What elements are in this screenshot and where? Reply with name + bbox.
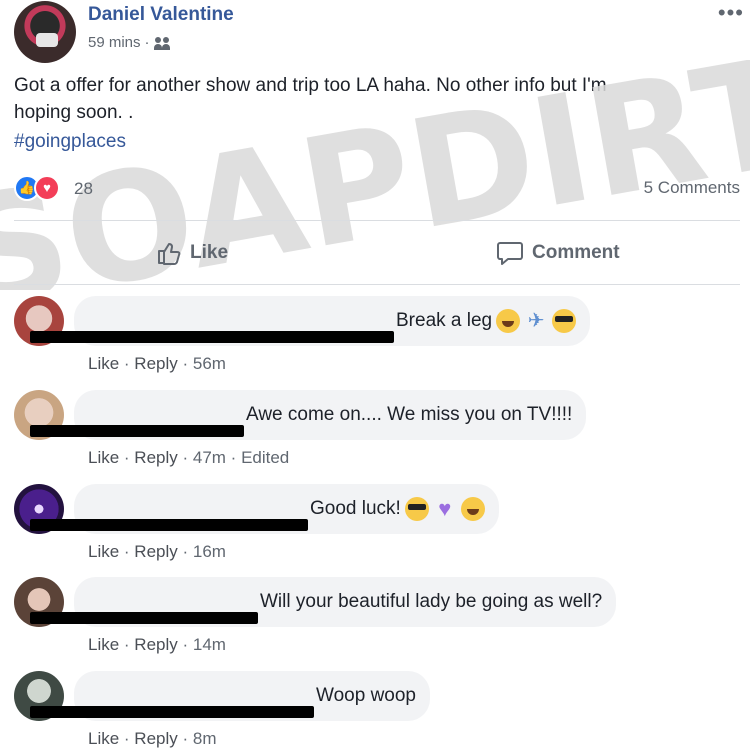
hashtag-link[interactable]: #goingplaces bbox=[14, 131, 126, 153]
comment: Awe come on.... We miss you on TV!!!! Li… bbox=[14, 390, 744, 470]
like-label: Like bbox=[190, 242, 229, 263]
comments-count[interactable]: 5 Comments bbox=[644, 178, 740, 198]
author-name[interactable]: Daniel Valentine bbox=[88, 4, 234, 26]
comment-reply-link[interactable]: Reply bbox=[134, 354, 177, 373]
comment: Will your beautiful lady be going as wel… bbox=[14, 577, 744, 657]
comment-text: Good luck! bbox=[310, 498, 401, 519]
post-text: Got a offer for another show and trip to… bbox=[14, 72, 714, 126]
comment-time[interactable]: 8m bbox=[193, 729, 217, 748]
more-options-icon[interactable]: ••• bbox=[718, 0, 744, 26]
comment-button[interactable]: Comment bbox=[496, 238, 620, 268]
comment: Woop woop Like · Reply · 8m bbox=[14, 671, 744, 750]
comment-actions: Like · Reply · 47m · Edited bbox=[88, 448, 290, 467]
like-button[interactable]: Like bbox=[156, 238, 228, 268]
post-text-line-1: Got a offer for another show and trip to… bbox=[14, 75, 607, 96]
comment-text: Woop woop bbox=[316, 685, 416, 706]
comment-bubble: Break a leg ✈ bbox=[30, 296, 591, 346]
comment-text: Awe come on.... We miss you on TV!!!! bbox=[246, 404, 573, 425]
comment-reply-link[interactable]: Reply bbox=[134, 448, 177, 467]
author-avatar[interactable] bbox=[14, 1, 76, 63]
comment: Good luck! ♥ Like · Reply · 16m bbox=[14, 484, 744, 564]
purple-heart-emoji-icon: ♥ bbox=[438, 496, 452, 521]
comment-actions: Like · Reply · 16m bbox=[88, 542, 226, 561]
comment-bubble: Good luck! ♥ bbox=[30, 484, 499, 534]
grin-emoji-icon bbox=[496, 309, 521, 333]
post-meta: 59 mins · bbox=[88, 34, 172, 51]
comment-actions: Like · Reply · 14m bbox=[88, 635, 226, 654]
friends-icon[interactable] bbox=[153, 36, 172, 50]
comment-icon bbox=[497, 242, 523, 265]
post-time[interactable]: 59 mins bbox=[88, 34, 141, 51]
divider bbox=[14, 284, 740, 285]
sunglasses-emoji-icon bbox=[552, 309, 577, 333]
comment-like-link[interactable]: Like bbox=[88, 354, 119, 373]
comment-time[interactable]: 56m bbox=[193, 354, 226, 373]
comment-reply-link[interactable]: Reply bbox=[134, 542, 177, 561]
comment-time[interactable]: 14m bbox=[193, 635, 226, 654]
comment-bubble: Awe come on.... We miss you on TV!!!! bbox=[30, 390, 587, 440]
comment-like-link[interactable]: Like bbox=[88, 635, 119, 654]
comment-label: Comment bbox=[532, 242, 620, 263]
post-text-line-2: hoping soon. . bbox=[14, 102, 134, 123]
grin-emoji-icon bbox=[460, 497, 485, 521]
reaction-count[interactable]: 28 bbox=[74, 179, 93, 199]
comment-reply-link[interactable]: Reply bbox=[134, 635, 177, 654]
comment-actions: Like · Reply · 56m bbox=[88, 354, 226, 373]
comment-time[interactable]: 16m bbox=[193, 542, 226, 561]
comment-time[interactable]: 47m bbox=[193, 448, 226, 467]
meta-separator: · bbox=[144, 34, 150, 51]
comment-actions: Like · Reply · 8m bbox=[88, 729, 217, 748]
post-stats: 👍 ♥ 28 5 Comments bbox=[14, 172, 744, 204]
comment-like-link[interactable]: Like bbox=[88, 542, 119, 561]
comment-text: Break a leg bbox=[396, 310, 493, 331]
comment-text: Will your beautiful lady be going as wel… bbox=[260, 591, 603, 612]
comment-like-link[interactable]: Like bbox=[88, 729, 119, 748]
comment-edited-label: Edited bbox=[241, 448, 290, 467]
thumbs-up-icon bbox=[158, 243, 181, 265]
airplane-emoji-icon: ✈ bbox=[527, 310, 545, 332]
love-reaction-icon[interactable]: ♥ bbox=[34, 175, 60, 201]
sunglasses-emoji-icon bbox=[404, 497, 429, 521]
comment-like-link[interactable]: Like bbox=[88, 448, 119, 467]
divider bbox=[14, 220, 740, 221]
comment: Break a leg ✈ Like · Reply · 56m bbox=[14, 296, 744, 376]
post-header: Daniel Valentine 59 mins · ••• bbox=[0, 0, 750, 63]
comment-bubble: Will your beautiful lady be going as wel… bbox=[30, 577, 617, 627]
comment-reply-link[interactable]: Reply bbox=[134, 729, 177, 748]
comment-bubble: Woop woop bbox=[30, 671, 430, 721]
